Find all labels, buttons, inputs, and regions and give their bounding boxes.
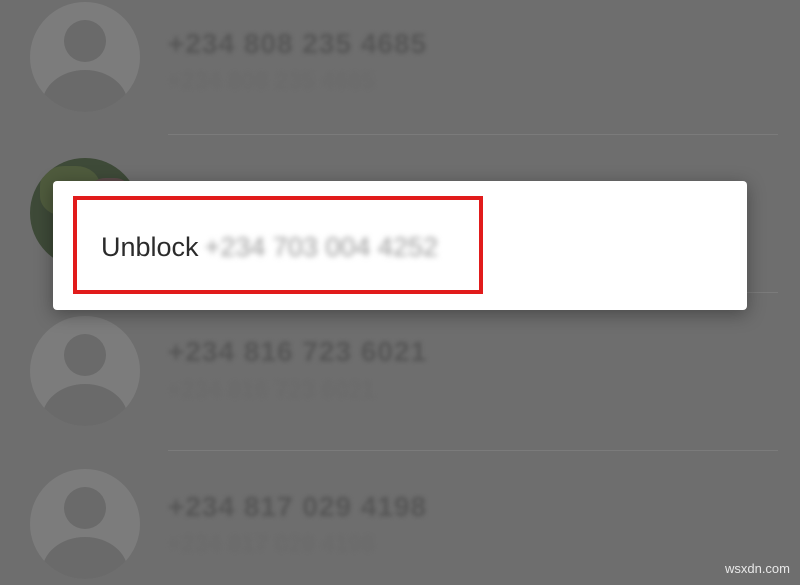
contact-name: +234 816 723 6021 (168, 336, 428, 367)
unblock-number: +234 703 004 4252 (204, 231, 439, 262)
avatar-body (42, 537, 128, 579)
person-icon (30, 316, 140, 426)
avatar-body (42, 70, 128, 112)
contact-row[interactable]: +234 817 029 4198 +234 817 029 4198 (0, 455, 800, 585)
watermark: wsxdn.com (724, 561, 790, 576)
contact-name: +234 817 029 4198 (168, 491, 428, 522)
blocked-numbers-screen: +234 808 235 4685 +234 808 235 4685 +234… (0, 0, 800, 580)
person-icon (30, 2, 140, 112)
contact-row[interactable]: +234 808 235 4685 +234 808 235 4685 (0, 0, 800, 135)
contact-number: +234 808 235 4685 (168, 68, 376, 93)
divider (168, 450, 778, 451)
unblock-dialog: Unblock +234 703 004 4252 (53, 181, 747, 310)
person-icon (30, 469, 140, 579)
divider (168, 134, 778, 135)
avatar-head (64, 334, 106, 376)
contact-number: +234 817 029 4198 (168, 531, 376, 556)
unblock-option[interactable]: Unblock +234 703 004 4252 (101, 227, 438, 267)
avatar-body (42, 384, 128, 426)
avatar-head (64, 487, 106, 529)
unblock-label: Unblock (101, 231, 199, 262)
contact-name: +234 808 235 4685 (168, 28, 428, 59)
contact-row[interactable]: +234 816 723 6021 +234 816 723 6021 (0, 300, 800, 451)
contact-number: +234 816 723 6021 (168, 377, 376, 402)
avatar-head (64, 20, 106, 62)
